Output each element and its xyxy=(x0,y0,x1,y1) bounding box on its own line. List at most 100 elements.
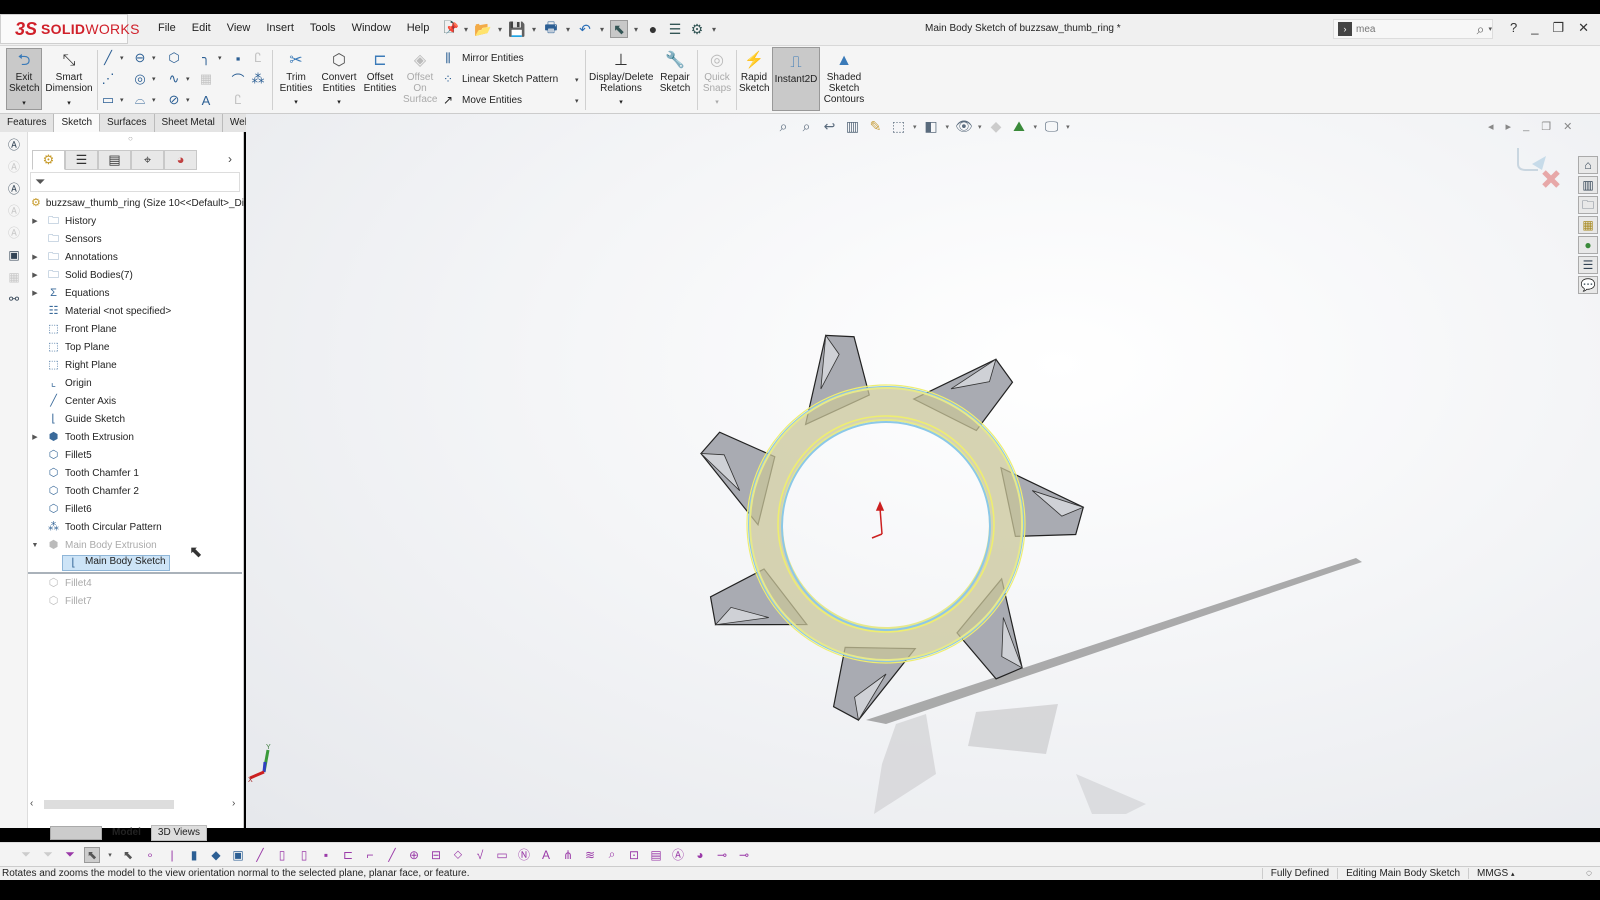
print-dropdown[interactable]: ▾ xyxy=(564,25,572,34)
spline-dropdown[interactable]: ▾ xyxy=(186,75,190,83)
prev-viewport-icon[interactable]: ◂ xyxy=(1488,120,1494,133)
circle-icon[interactable]: ◎ xyxy=(132,71,148,87)
view-orientation-dropdown[interactable]: ▾ xyxy=(913,123,917,131)
filter-centerline-icon[interactable]: ⊕ xyxy=(406,848,422,862)
unit-system-selector[interactable]: MMGS ▴ xyxy=(1468,868,1578,879)
forum-icon[interactable]: 💬 xyxy=(1578,276,1598,294)
instant2d-button[interactable]: ⎍ Instant2D xyxy=(772,47,820,111)
clear-filters-icon[interactable]: ⏷ xyxy=(40,847,56,862)
offset-on-surface-button[interactable]: ◈ Offset On Surface xyxy=(400,50,440,105)
select-dropdown-icon[interactable]: ▾ xyxy=(106,851,114,859)
hide-show-dropdown[interactable]: ▾ xyxy=(978,123,982,131)
tree-item[interactable]: ▶ 🗀 Annotations xyxy=(28,248,244,266)
filter-balloons-icon[interactable]: Ⓝ xyxy=(516,846,532,863)
filter-vertices-icon[interactable]: ∘ xyxy=(142,848,158,862)
menu-view[interactable]: View xyxy=(219,22,259,35)
help-icon[interactable]: ? xyxy=(1510,20,1517,36)
search-input[interactable]: mea xyxy=(1356,24,1477,35)
tab-model[interactable]: Model xyxy=(106,826,147,840)
rectangle-icon[interactable]: ▭ xyxy=(100,92,116,108)
section-view-icon[interactable]: ▥ xyxy=(844,118,861,135)
tree-item[interactable]: ⬡ Fillet4 xyxy=(28,574,244,592)
undo-dropdown[interactable]: ▾ xyxy=(598,25,606,34)
restore-button[interactable]: ❐ xyxy=(1552,20,1564,36)
model-view[interactable] xyxy=(246,114,1600,828)
filter-sketch-segments-icon[interactable]: ⊏ xyxy=(340,848,356,862)
menu-insert[interactable]: Insert xyxy=(258,22,302,35)
display-delete-relations-button[interactable]: ⊥ Display/Delete Relations ▾ xyxy=(588,50,654,108)
menu-window[interactable]: Window xyxy=(344,22,399,35)
solidworks-resources-icon[interactable]: ⌂ xyxy=(1578,156,1598,174)
shaded-sketch-contours-button[interactable]: ▲ Shaded Sketch Contours xyxy=(822,50,866,105)
weld-symbol-icon[interactable]: Ⓐ xyxy=(3,224,25,242)
filter-datum-targets-icon[interactable]: ≋ xyxy=(582,848,598,862)
datum-target-icon[interactable]: ▦ xyxy=(3,268,25,286)
filter-connection-points-icon[interactable]: Ⓐ xyxy=(670,846,686,863)
dimxpert-manager-tab-icon[interactable]: ⌖ xyxy=(131,150,164,170)
view-settings-dropdown[interactable]: ▾ xyxy=(1066,123,1070,131)
polygon-icon[interactable]: ⬡ xyxy=(166,50,182,66)
tree-item[interactable]: ▶ ⬢ Tooth Extrusion xyxy=(28,428,244,446)
spline-icon[interactable]: ∿ xyxy=(166,71,182,87)
search-box[interactable]: › mea ⌕ ▾ xyxy=(1333,19,1493,39)
configuration-manager-tab-icon[interactable]: ▤ xyxy=(98,150,131,170)
scroll-right-icon[interactable]: › xyxy=(232,798,235,809)
tree-filter[interactable]: ⏷ xyxy=(30,172,240,192)
search-dropdown[interactable]: ▾ xyxy=(1488,25,1492,33)
select-pointer-icon[interactable]: ⬉ xyxy=(610,20,628,38)
filter-surface-finish-icon[interactable]: ⬦ xyxy=(450,847,466,862)
sketch-text-icon[interactable]: Ꮭ xyxy=(250,50,266,66)
options-gear-icon[interactable]: ⚙ xyxy=(688,20,706,38)
scroll-thumb[interactable] xyxy=(44,800,174,809)
filter-midpoints-icon[interactable]: ⌐ xyxy=(362,848,378,862)
pattern-annotation-icon[interactable]: ⚯ xyxy=(3,290,25,308)
minimize-button[interactable]: _ xyxy=(1531,20,1538,36)
tree-item[interactable]: ⌞ Origin xyxy=(28,374,244,392)
filter-center-marks-icon[interactable]: ╱ xyxy=(384,848,400,862)
toggle-filter-icon[interactable]: ⏷ xyxy=(18,847,34,862)
datum-feature-icon[interactable]: ▣ xyxy=(3,246,25,264)
file-properties-icon[interactable]: ☰ xyxy=(666,20,684,38)
filter-geometric-tolerance-icon[interactable]: √ xyxy=(472,848,488,862)
magnifier-icon[interactable]: ⌕ xyxy=(1477,21,1485,38)
centerline-icon[interactable]: ⋰ xyxy=(100,71,116,87)
smart-dimension-dropdown[interactable]: ▾ xyxy=(67,98,71,109)
close-button[interactable]: ✕ xyxy=(1578,20,1589,36)
filter-routing-points-icon[interactable]: ⊸ xyxy=(714,848,730,862)
move-entities-button[interactable]: ↗ Move Entities xyxy=(440,93,522,107)
expand-arrow-icon[interactable]: ▶ xyxy=(30,217,40,225)
plane-entity-icon[interactable]: ▦ xyxy=(198,71,214,87)
rapid-sketch-button[interactable]: ⚡ Rapid Sketch xyxy=(738,50,770,94)
tree-item[interactable]: ▶ Σ Equations xyxy=(28,284,244,302)
tree-root[interactable]: ⚙ buzzsaw_thumb_ring (Size 10<<Default>_… xyxy=(28,194,244,212)
filter-edges-icon[interactable]: | xyxy=(164,848,180,862)
filter-notes-icon[interactable]: ▭ xyxy=(494,848,510,862)
tab-sheet-metal[interactable]: Sheet Metal xyxy=(154,114,223,132)
open-dropdown[interactable]: ▾ xyxy=(496,25,504,34)
exit-sketch-corner-icon[interactable] xyxy=(1517,148,1538,171)
save-dropdown[interactable]: ▾ xyxy=(530,25,538,34)
expand-arrow-icon[interactable]: ▶ xyxy=(30,289,40,297)
smart-dimension-button[interactable]: ⤡ Smart Dimension ▾ xyxy=(44,50,94,109)
filter-center-of-mass-icon[interactable]: ◕ xyxy=(692,848,708,862)
arc-dropdown[interactable]: ▾ xyxy=(152,96,156,104)
options-dropdown[interactable]: ▾ xyxy=(710,25,718,34)
mirror-entities-button[interactable]: ⫼ Mirror Entities xyxy=(440,51,523,66)
appearances-icon[interactable]: ● xyxy=(1578,236,1598,254)
ring-body[interactable] xyxy=(749,387,1024,661)
select-cursor-icon[interactable]: ⬉ xyxy=(84,846,100,863)
filter-dowel-pins-icon[interactable]: ▤ xyxy=(648,848,664,862)
collapse-arrow-icon[interactable]: ▼ xyxy=(30,542,40,549)
convert-entities-button[interactable]: ⬡ Convert Entities ▾ xyxy=(318,50,360,108)
menu-help[interactable]: Help xyxy=(399,22,438,35)
surface-finish-icon[interactable]: Ⓐ xyxy=(3,202,25,220)
file-explorer-icon[interactable]: 🗀 xyxy=(1578,196,1598,214)
tree-item[interactable]: ╱ Center Axis xyxy=(28,392,244,410)
display-style-dropdown[interactable]: ▾ xyxy=(946,123,950,131)
filter-solid-bodies-icon[interactable]: ▣ xyxy=(230,848,246,862)
filter-dimensions-icon[interactable]: ⊟ xyxy=(428,848,444,862)
menu-edit[interactable]: Edit xyxy=(184,22,219,35)
trim-dropdown[interactable]: ▾ xyxy=(294,97,298,108)
quick-snaps-button[interactable]: ◎ Quick Snaps ▾ xyxy=(700,50,734,108)
fillet-dropdown[interactable]: ▾ xyxy=(218,54,222,62)
